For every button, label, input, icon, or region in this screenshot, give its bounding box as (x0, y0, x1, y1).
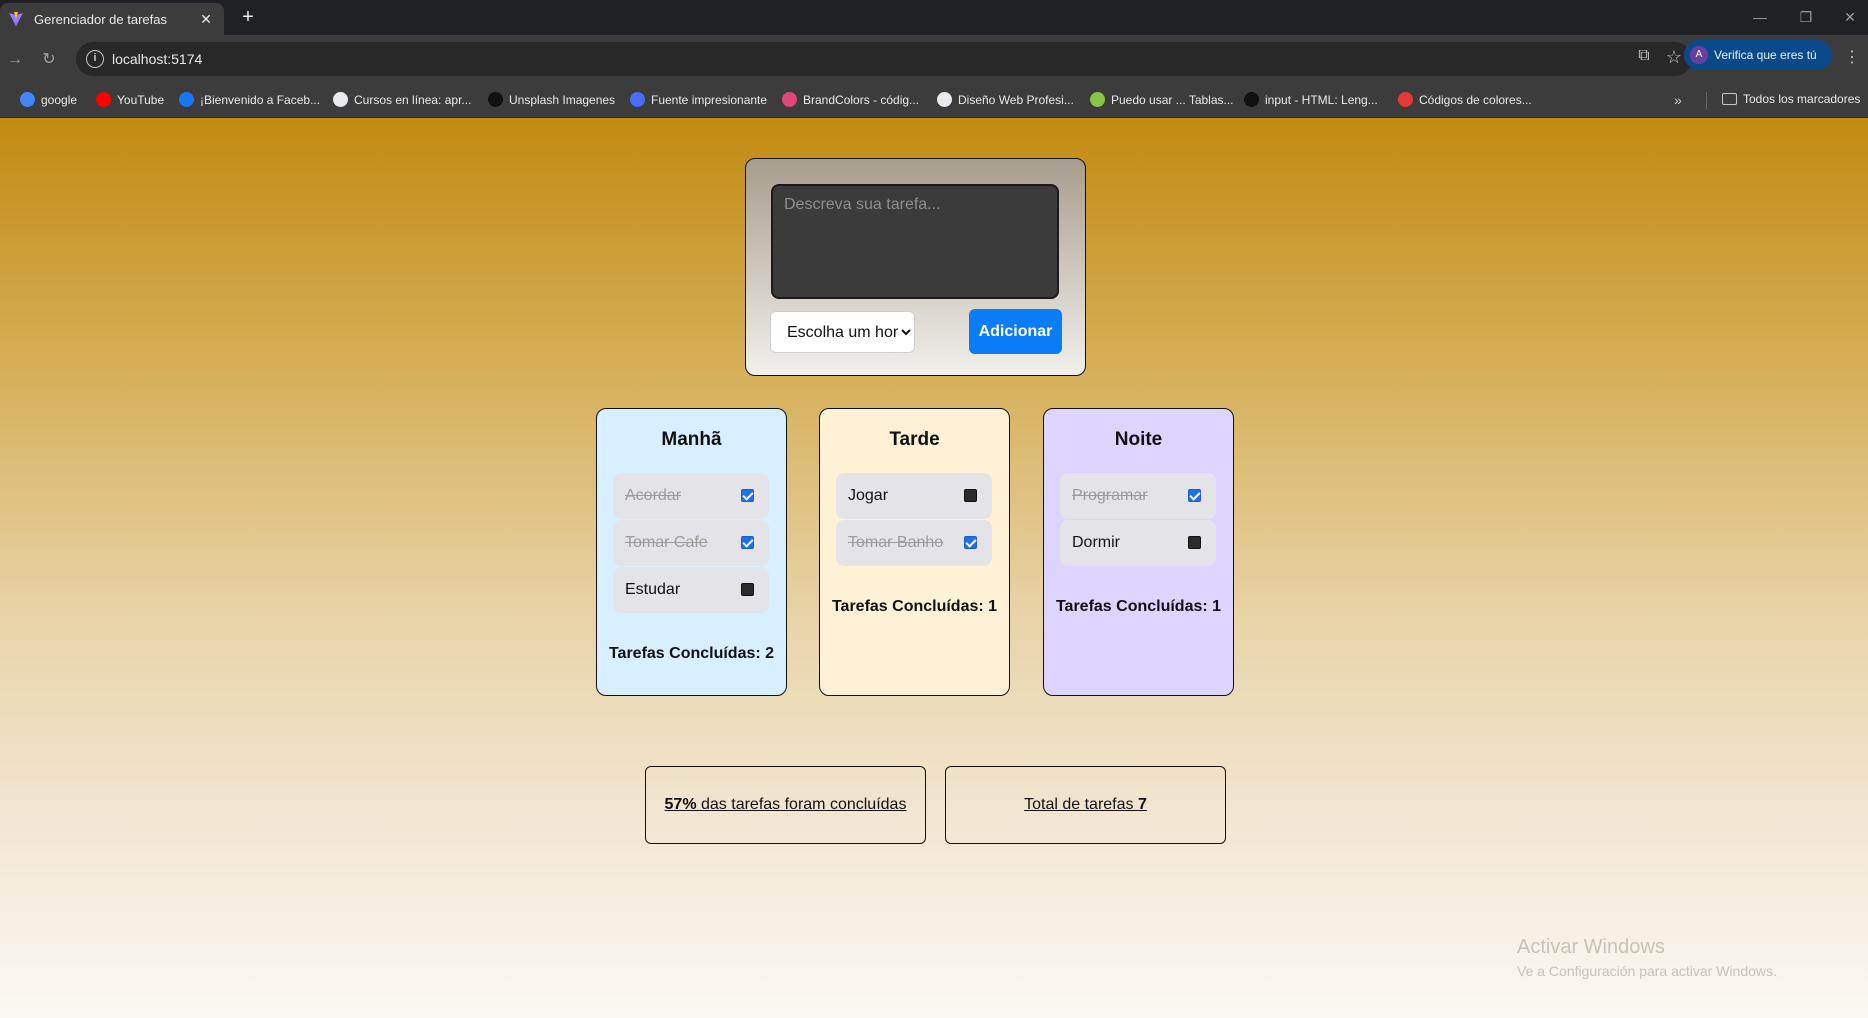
task-checkbox[interactable] (741, 489, 754, 502)
flag-icon (630, 92, 645, 107)
app-page: Escolha um horário Adicionar Manhã Acord… (0, 118, 1868, 1018)
task-text: Acordar (625, 487, 682, 504)
bookmark-facebook[interactable]: ¡Bienvenido a Faceb... (179, 92, 320, 107)
task-item: Jogar (836, 473, 992, 519)
bookmark-color-codes[interactable]: Códigos de colores... (1398, 92, 1532, 107)
windows-activation-watermark: Activar Windows Ve a Configuración para … (1517, 936, 1777, 979)
total-tasks-value: 7 (1137, 796, 1147, 813)
bookmark-google[interactable]: google (20, 92, 77, 107)
bookmark-unsplash[interactable]: Unsplash Imagenes (488, 92, 615, 107)
task-text: Estudar (625, 581, 681, 598)
new-tab-button[interactable]: + (236, 6, 260, 30)
task-item: Estudar (613, 567, 769, 613)
bookmark-caniuse[interactable]: Puedo usar ... Tablas... (1090, 92, 1234, 107)
task-text: Jogar (848, 487, 889, 504)
period-card-noite: Noite Programar Dormir Tarefas Concluída… (1043, 408, 1234, 696)
task-item: Programar (1060, 473, 1216, 519)
brandcolors-icon (782, 92, 797, 107)
period-title: Tarde (889, 429, 940, 450)
minimize-icon[interactable]: — (1740, 6, 1780, 28)
total-tasks-box: Total de tarefas 7 (945, 766, 1226, 844)
bookmark-mdn[interactable]: input - HTML: Leng... (1244, 92, 1378, 107)
watermark-subtitle: Ve a Configuración para activar Windows. (1517, 963, 1777, 979)
youtube-icon (96, 92, 111, 107)
profile-button[interactable]: A Verifica que eres tú (1684, 40, 1832, 70)
close-tab-icon[interactable]: ✕ (194, 11, 218, 28)
task-form: Escolha um horário Adicionar (745, 158, 1086, 376)
task-checkbox[interactable] (1188, 489, 1201, 502)
completed-count: Tarefas Concluídas: 1 (1055, 598, 1222, 615)
bookmarks-divider (1706, 92, 1707, 110)
task-item: Dormir (1060, 520, 1216, 566)
period-card-tarde: Tarde Jogar Tomar Banho Tarefas Concluíd… (819, 408, 1010, 696)
bookmark-diseno-web[interactable]: Diseño Web Profesi... (937, 92, 1074, 107)
caniuse-icon (1090, 92, 1105, 107)
restore-icon[interactable]: ❐ (1786, 6, 1826, 28)
google-icon (20, 92, 35, 107)
task-checkbox[interactable] (741, 583, 754, 596)
browser-tab[interactable]: Gerenciador de tarefas ✕ (0, 3, 224, 35)
total-tasks-prefix: Total de tarefas (1024, 796, 1138, 813)
udemy-icon (333, 92, 348, 107)
bookmark-brandcolors[interactable]: BrandColors - códig... (782, 92, 919, 107)
reload-icon[interactable]: ↻ (36, 47, 62, 73)
task-text: Tomar Banho (848, 534, 944, 551)
bookmark-star-icon[interactable]: ☆ (1666, 47, 1682, 68)
completion-percent-suffix: das tarefas foram concluídas (696, 796, 907, 813)
period-card-manha: Manhã Acordar Tomar Cafe Estudar Tarefas… (596, 408, 787, 696)
profile-label: Verifica que eres tú (1714, 48, 1817, 62)
bookmark-cursos[interactable]: Cursos en línea: apr... (333, 92, 471, 107)
task-description-input[interactable] (771, 184, 1059, 299)
task-text: Dormir (1072, 534, 1120, 551)
bookmarks-bar: google YouTube ¡Bienvenido a Faceb... Cu… (0, 84, 1868, 118)
bookmark-youtube[interactable]: YouTube (96, 92, 164, 107)
profile-avatar: A (1690, 46, 1708, 64)
facebook-icon (179, 92, 194, 107)
task-item: Acordar (613, 473, 769, 519)
task-text: Tomar Cafe (625, 534, 708, 551)
more-menu-icon[interactable]: ⋮ (1842, 47, 1862, 67)
completion-percent-value: 57% (664, 796, 697, 813)
period-select[interactable]: Escolha um horário (770, 311, 915, 353)
close-window-icon[interactable]: ✕ (1830, 6, 1868, 28)
forward-icon[interactable]: → (2, 47, 28, 73)
period-title: Manhã (661, 429, 722, 450)
udemy-icon (937, 92, 952, 107)
completion-percent-text: 57% das tarefas foram concluídas (665, 796, 907, 814)
site-info-icon[interactable]: i (86, 50, 104, 68)
task-checkbox[interactable] (741, 536, 754, 549)
task-checkbox[interactable] (964, 536, 977, 549)
color-wheel-icon (1398, 92, 1413, 107)
completed-count: Tarefas Concluídas: 2 (608, 645, 775, 662)
all-bookmarks-button[interactable]: Todos los marcadores (1722, 92, 1860, 106)
task-checkbox[interactable] (1188, 536, 1201, 549)
task-item: Tomar Banho (836, 520, 992, 566)
watermark-title: Activar Windows (1517, 936, 1665, 958)
task-item: Tomar Cafe (613, 520, 769, 566)
total-tasks-text: Total de tarefas 7 (1024, 796, 1147, 814)
unsplash-icon (488, 92, 503, 107)
mdn-icon (1244, 92, 1259, 107)
task-checkbox[interactable] (964, 489, 977, 502)
completed-count: Tarefas Concluídas: 1 (831, 598, 998, 615)
extensions-icon[interactable]: ⧉ (1632, 47, 1656, 65)
folder-icon (1722, 93, 1737, 105)
completion-percent-box: 57% das tarefas foram concluídas (645, 766, 926, 844)
chevron-double-right-icon[interactable]: » (1674, 92, 1682, 108)
url-text: localhost:5174 (112, 51, 203, 67)
period-title: Noite (1114, 429, 1163, 450)
tab-strip: Gerenciador de tarefas ✕ + — ❐ ✕ (0, 0, 1868, 35)
bookmark-fontawesome[interactable]: Fuente impresionante (630, 92, 767, 107)
task-text: Programar (1072, 487, 1148, 504)
vite-logo-icon (8, 11, 24, 27)
browser-toolbar: → ↻ i localhost:5174 ☆ ⧉ A Verifica que … (0, 35, 1868, 84)
address-bar[interactable]: i localhost:5174 ☆ (76, 42, 1692, 76)
tab-title: Gerenciador de tarefas (34, 11, 167, 27)
add-task-button[interactable]: Adicionar (969, 309, 1062, 354)
